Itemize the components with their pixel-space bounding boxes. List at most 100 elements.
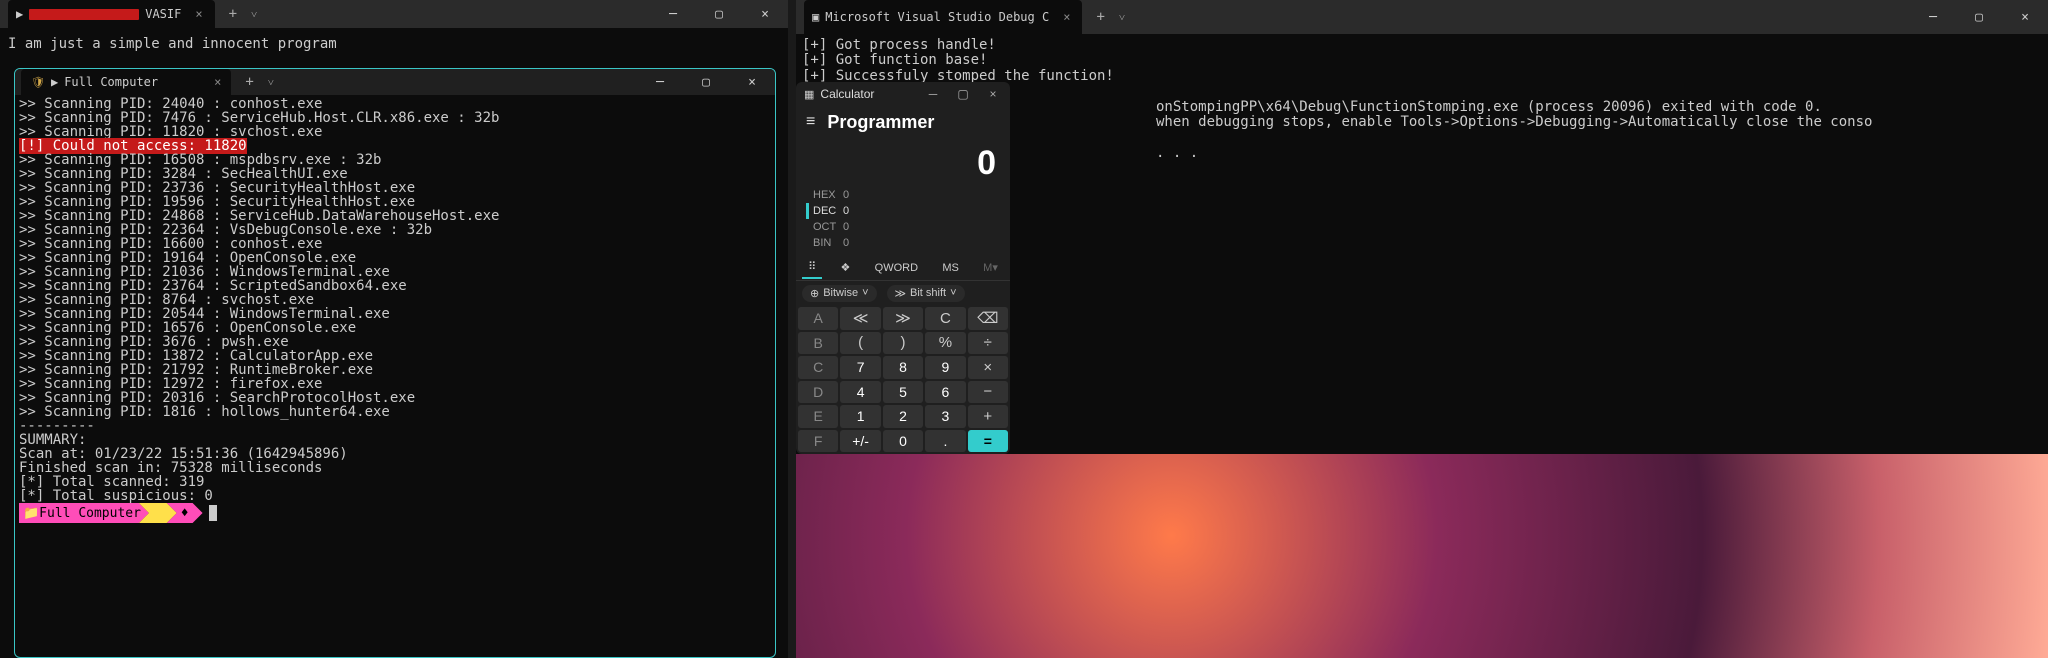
- key-[interactable]: +: [968, 405, 1008, 428]
- output-line: >> Scanning PID: 21036 : WindowsTerminal…: [19, 265, 771, 279]
- key-[interactable]: ×: [968, 356, 1008, 379]
- memory-dropdown-button[interactable]: M▾: [977, 257, 1004, 278]
- base-row-bin[interactable]: BIN0: [806, 235, 1000, 251]
- window-controls: ─ ▢ ×: [637, 69, 775, 95]
- new-tab-button[interactable]: +: [229, 6, 237, 22]
- key-7[interactable]: 7: [840, 356, 880, 379]
- key-b[interactable]: B: [798, 332, 838, 355]
- output-line: >> Scanning PID: 19596 : SecurityHealthH…: [19, 195, 771, 209]
- key-a[interactable]: A: [798, 307, 838, 330]
- output-line: >> Scanning PID: 1816 : hollows_hunter64…: [19, 405, 771, 419]
- close-icon[interactable]: ×: [214, 75, 221, 89]
- tab[interactable]: ▶ VASIF ×: [8, 0, 215, 28]
- key-[interactable]: =: [968, 430, 1008, 453]
- key-c[interactable]: C: [925, 307, 965, 330]
- close-icon[interactable]: ×: [195, 7, 202, 21]
- key-[interactable]: ): [883, 332, 923, 355]
- terminal-output: >> Scanning PID: 24040 : conhost.exe>> S…: [15, 95, 775, 525]
- output-line: [*] Total scanned: 319: [19, 475, 771, 489]
- key-8[interactable]: 8: [883, 356, 923, 379]
- bitwise-label: Bitwise: [823, 287, 858, 299]
- base-row-oct[interactable]: OCT0: [806, 219, 1000, 235]
- key-4[interactable]: 4: [840, 381, 880, 404]
- key-5[interactable]: 5: [883, 381, 923, 404]
- key-6[interactable]: 6: [925, 381, 965, 404]
- scan-terminal: 🛡 ▶ Full Computer × + ˅ ─ ▢ × >> Scannin…: [14, 68, 776, 658]
- key-e[interactable]: E: [798, 405, 838, 428]
- bit-toggle-icon[interactable]: ❖: [835, 257, 857, 278]
- prompt[interactable]: 📁Full Computer ♦: [19, 503, 771, 523]
- close-button[interactable]: ×: [2002, 0, 2048, 34]
- window-controls: ─ ▢ ×: [1910, 0, 2048, 34]
- maximize-button[interactable]: ▢: [948, 82, 978, 106]
- key-f[interactable]: F: [798, 430, 838, 453]
- key-[interactable]: ÷: [968, 332, 1008, 355]
- new-tab-button[interactable]: +: [1096, 9, 1104, 25]
- tab-dropdown-button[interactable]: ˅: [1119, 11, 1125, 24]
- close-button[interactable]: ×: [978, 82, 1008, 106]
- key-c[interactable]: C: [798, 356, 838, 379]
- key-[interactable]: ≪: [840, 307, 880, 330]
- output-line: >> Scanning PID: 22364 : VsDebugConsole.…: [19, 223, 771, 237]
- base-value: 0: [843, 237, 849, 249]
- maximize-button[interactable]: ▢: [696, 0, 742, 28]
- terminal-output: I am just a simple and innocent program: [0, 28, 788, 60]
- output-line: >> Scanning PID: 13872 : CalculatorApp.e…: [19, 349, 771, 363]
- key-[interactable]: −: [968, 381, 1008, 404]
- key-[interactable]: %: [925, 332, 965, 355]
- titlebar[interactable]: ▦ Calculator ─ ▢ ×: [796, 82, 1010, 106]
- output-line: >> Scanning PID: 8764 : svchost.exe: [19, 293, 771, 307]
- output-line: >> Scanning PID: 16576 : OpenConsole.exe: [19, 321, 771, 335]
- base-row-hex[interactable]: HEX0: [806, 187, 1000, 203]
- close-button[interactable]: ×: [742, 0, 788, 28]
- minimize-button[interactable]: ─: [1910, 0, 1956, 34]
- key-1[interactable]: 1: [840, 405, 880, 428]
- base-label: HEX: [813, 189, 843, 201]
- key-[interactable]: ⌫: [968, 307, 1008, 330]
- key-9[interactable]: 9: [925, 356, 965, 379]
- key-2[interactable]: 2: [883, 405, 923, 428]
- word-size-button[interactable]: QWORD: [869, 258, 924, 278]
- shield-icon: 🛡: [31, 76, 45, 89]
- cmd-icon: ▣: [812, 10, 819, 24]
- chevron-down-icon: ˅: [862, 287, 868, 299]
- maximize-button[interactable]: ▢: [1956, 0, 2002, 34]
- output-line: Finished scan in: 75328 milliseconds: [19, 461, 771, 475]
- powershell-icon: ▶: [16, 7, 23, 21]
- bitshift-dropdown[interactable]: ≫Bit shift˅: [887, 285, 965, 302]
- minimize-button[interactable]: ─: [650, 0, 696, 28]
- key-0[interactable]: 0: [883, 430, 923, 453]
- key-[interactable]: ≫: [883, 307, 923, 330]
- key-[interactable]: +/-: [840, 430, 880, 453]
- close-button[interactable]: ×: [729, 69, 775, 95]
- chip-row: ⊕Bitwise˅ ≫Bit shift˅: [796, 281, 1010, 305]
- key-d[interactable]: D: [798, 381, 838, 404]
- output-line: >> Scanning PID: 24868 : ServiceHub.Data…: [19, 209, 771, 223]
- key-3[interactable]: 3: [925, 405, 965, 428]
- output-line: [*] Total suspicious: 0: [19, 489, 771, 503]
- base-row-dec[interactable]: DEC0: [806, 203, 1000, 219]
- close-icon[interactable]: ×: [1063, 10, 1070, 24]
- new-tab-button[interactable]: +: [245, 74, 253, 90]
- base-list: HEX0DEC0OCT0BIN0: [796, 187, 1010, 255]
- key-[interactable]: (: [840, 332, 880, 355]
- output-line: Scan at: 01/23/22 15:51:36 (1642945896): [19, 447, 771, 461]
- tab-title-suffix: VASIF: [145, 7, 181, 21]
- maximize-button[interactable]: ▢: [683, 69, 729, 95]
- output-line: >> Scanning PID: 11820 : svchost.exe: [19, 125, 771, 139]
- tab-title: Microsoft Visual Studio Debug C: [825, 10, 1049, 24]
- bitwise-dropdown[interactable]: ⊕Bitwise˅: [802, 285, 877, 302]
- tab-dropdown-button[interactable]: ˅: [251, 8, 257, 21]
- output-line: >> Scanning PID: 23736 : SecurityHealthH…: [19, 181, 771, 195]
- keypad-toggle-icon[interactable]: ⠿: [802, 256, 822, 279]
- minimize-button[interactable]: ─: [637, 69, 683, 95]
- minimize-button[interactable]: ─: [918, 82, 948, 106]
- key-[interactable]: .: [925, 430, 965, 453]
- output-line: >> Scanning PID: 3284 : SecHealthUI.exe: [19, 167, 771, 181]
- menu-icon[interactable]: ≡: [806, 113, 815, 131]
- output-line: >> Scanning PID: 7476 : ServiceHub.Host.…: [19, 111, 771, 125]
- tab-dropdown-button[interactable]: ˅: [268, 76, 274, 89]
- tab[interactable]: 🛡 ▶ Full Computer ×: [21, 69, 231, 95]
- memory-store-button[interactable]: MS: [936, 258, 965, 278]
- tab[interactable]: ▣ Microsoft Visual Studio Debug C ×: [804, 0, 1082, 34]
